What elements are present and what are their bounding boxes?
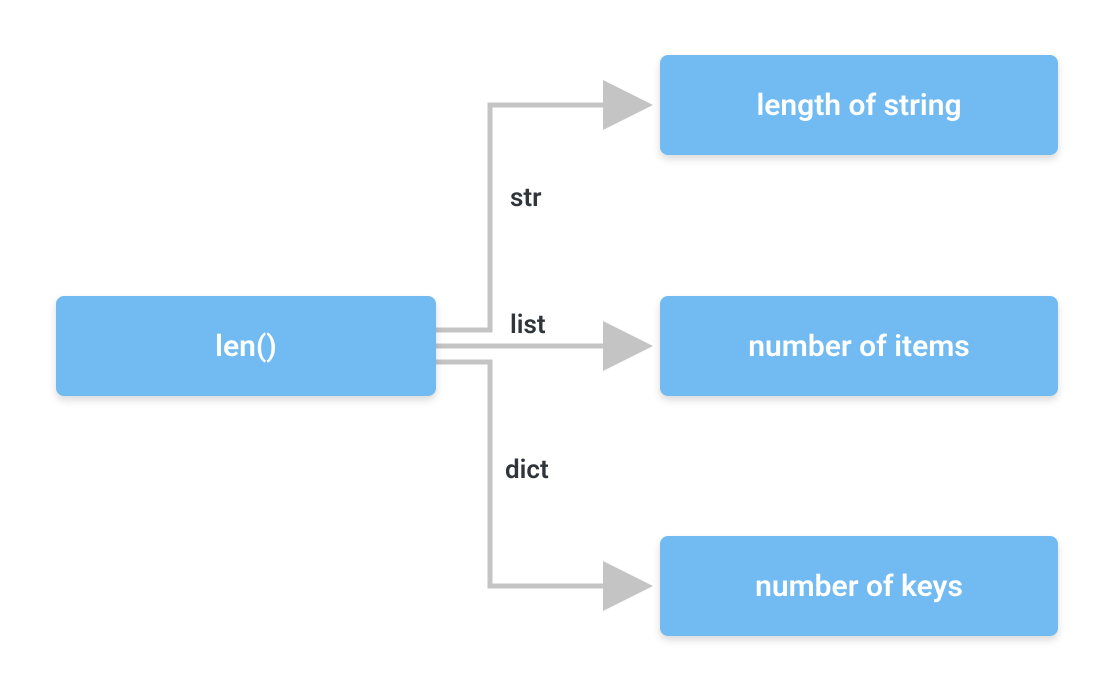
len-diagram: len() length of string number of items n… <box>0 0 1118 696</box>
target-2-label: number of items <box>748 329 969 364</box>
arrow-str <box>436 105 648 330</box>
edge-label-list: list <box>510 310 546 340</box>
target-3-label: number of keys <box>755 569 963 604</box>
target-node-number-of-keys: number of keys <box>660 536 1058 636</box>
target-node-length-of-string: length of string <box>660 55 1058 155</box>
edge-label-str: str <box>510 183 541 213</box>
source-node-label: len() <box>215 329 277 364</box>
source-node-len: len() <box>56 296 436 396</box>
target-1-label: length of string <box>756 88 961 123</box>
edge-label-dict: dict <box>505 455 549 485</box>
target-node-number-of-items: number of items <box>660 296 1058 396</box>
